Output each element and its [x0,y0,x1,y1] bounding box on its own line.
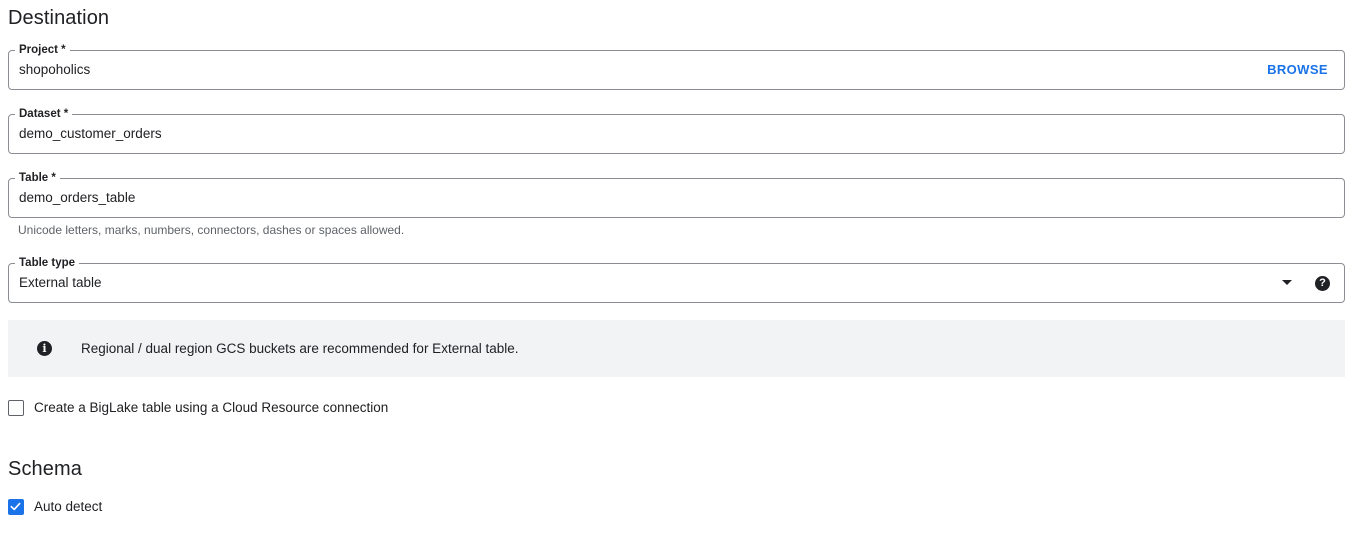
auto-detect-option[interactable]: Auto detect [8,498,102,516]
table-type-value[interactable]: External table [19,275,102,291]
auto-detect-checkbox[interactable] [8,499,24,515]
table-label: Table * [15,171,60,185]
destination-heading: Destination [8,7,110,29]
project-value[interactable]: shopoholics [19,62,90,78]
info-banner: i Regional / dual region GCS buckets are… [8,320,1345,377]
help-icon[interactable]: ? [1315,276,1330,291]
checkmark-icon [10,502,21,511]
table-type-label: Table type [15,256,80,270]
info-banner-text: Regional / dual region GCS buckets are r… [81,341,519,356]
browse-button[interactable]: BROWSE [1267,62,1328,78]
table-name-hint: Unicode letters, marks, numbers, connect… [18,223,405,237]
table-field[interactable]: Table * demo_orders_table [8,171,1345,218]
dataset-value[interactable]: demo_customer_orders [19,126,162,142]
table-value[interactable]: demo_orders_table [19,190,135,206]
project-label: Project * [15,43,70,57]
dataset-label: Dataset * [15,107,73,121]
info-icon: i [37,341,52,356]
biglake-option[interactable]: Create a BigLake table using a Cloud Res… [8,399,388,417]
biglake-checkbox-label[interactable]: Create a BigLake table using a Cloud Res… [34,400,388,416]
dropdown-arrow-icon[interactable] [1282,280,1292,285]
schema-heading: Schema [8,458,82,480]
table-type-select[interactable]: Table type External table ? [8,256,1345,303]
dataset-field[interactable]: Dataset * demo_customer_orders [8,107,1345,154]
biglake-checkbox[interactable] [8,400,24,416]
project-field[interactable]: Project * shopoholics BROWSE [8,43,1345,90]
auto-detect-label[interactable]: Auto detect [34,499,102,515]
destination-form: Destination Project * shopoholics BROWSE… [0,0,1352,533]
